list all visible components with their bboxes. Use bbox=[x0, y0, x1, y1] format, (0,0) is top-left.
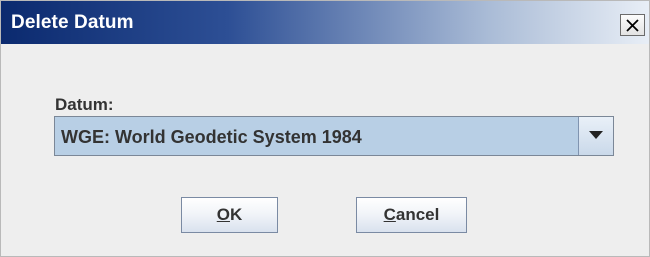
title-bar[interactable]: Delete Datum bbox=[1, 1, 649, 44]
close-icon bbox=[626, 18, 639, 32]
dropdown-arrow-button[interactable] bbox=[578, 117, 613, 155]
ok-label-rest: K bbox=[229, 205, 243, 224]
cancel-button[interactable]: Cancel bbox=[356, 197, 467, 233]
ok-button[interactable]: OK bbox=[181, 197, 278, 233]
dialog-title: Delete Datum bbox=[11, 12, 134, 33]
cancel-mnemonic: C bbox=[383, 205, 396, 224]
chevron-down-icon bbox=[589, 127, 603, 145]
ok-mnemonic: O bbox=[216, 205, 230, 224]
datum-selected-value: WGE: World Geodetic System 1984 bbox=[61, 127, 362, 147]
close-button[interactable] bbox=[620, 14, 645, 36]
datum-select[interactable]: WGE: World Geodetic System 1984 bbox=[54, 116, 614, 156]
delete-datum-dialog: Delete Datum Datum: WGE: World Geodetic … bbox=[0, 0, 650, 257]
datum-label: Datum: bbox=[55, 95, 114, 114]
cancel-label-rest: ancel bbox=[395, 205, 440, 224]
